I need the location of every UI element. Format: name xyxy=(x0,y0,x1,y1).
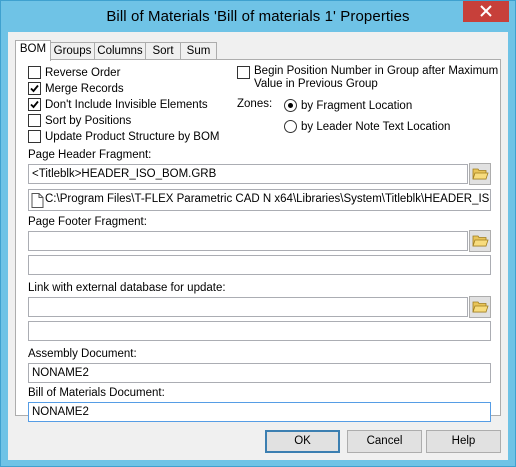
begin-position-number-label-line1: Begin Position Number in Group after Max… xyxy=(254,65,499,77)
bom-tab-panel: Reverse Order Merge Records Don't Includ… xyxy=(15,59,501,422)
folder-open-icon xyxy=(472,301,489,313)
page-footer-label: Page Footer Fragment: xyxy=(28,216,147,228)
folder-open-icon xyxy=(472,235,489,247)
update-product-structure-label: Update Product Structure by BOM xyxy=(45,130,220,143)
by-fragment-location-radio[interactable] xyxy=(284,99,297,112)
reverse-order-checkbox[interactable] xyxy=(28,66,41,79)
begin-position-number-label: Begin Position Number in Group after Max… xyxy=(254,65,498,91)
window-title: Bill of Materials 'Bill of materials 1' … xyxy=(106,8,410,25)
radio-selected-dot xyxy=(288,103,293,108)
tab-groups[interactable]: Groups xyxy=(50,42,95,60)
ok-button[interactable]: OK xyxy=(265,430,340,453)
begin-position-number-option[interactable]: Begin Position Number in Group after Max… xyxy=(237,65,498,93)
page-header-browse-button[interactable] xyxy=(469,163,491,185)
checkmark-icon xyxy=(30,84,39,93)
merge-records-checkbox[interactable] xyxy=(28,82,41,95)
dont-include-invisible-label: Don't Include Invisible Elements xyxy=(45,98,208,111)
reverse-order-option[interactable]: Reverse Order xyxy=(28,65,120,80)
external-db-browse-button[interactable] xyxy=(469,296,491,318)
dialog-client-area: BOM Groups Columns Sort Sum Reverse Orde… xyxy=(8,32,508,460)
begin-position-number-label-line2: Value in Previous Group xyxy=(254,78,378,90)
sort-by-positions-option[interactable]: Sort by Positions xyxy=(28,113,131,128)
merge-records-option[interactable]: Merge Records xyxy=(28,81,124,96)
page-header-input[interactable]: <Titleblk>HEADER_ISO_BOM.GRB xyxy=(28,164,468,184)
tab-columns[interactable]: Columns xyxy=(94,42,146,60)
update-product-structure-checkbox[interactable] xyxy=(28,130,41,143)
zones-by-fragment-option[interactable]: by Fragment Location xyxy=(284,98,412,113)
begin-position-number-checkbox[interactable] xyxy=(237,66,250,79)
document-icon xyxy=(31,193,44,208)
by-fragment-location-label: by Fragment Location xyxy=(301,99,413,112)
external-db-path-display xyxy=(28,321,491,341)
merge-records-label: Merge Records xyxy=(45,82,124,95)
zones-by-leader-note-option[interactable]: by Leader Note Text Location xyxy=(284,119,450,134)
assembly-document-label: Assembly Document: xyxy=(28,348,137,360)
checkmark-icon xyxy=(30,100,39,109)
cancel-button[interactable]: Cancel xyxy=(347,430,422,453)
close-icon xyxy=(480,5,492,17)
by-leader-note-radio[interactable] xyxy=(284,120,297,133)
by-leader-note-label: by Leader Note Text Location xyxy=(301,120,451,133)
folder-open-icon xyxy=(472,168,489,180)
tab-sum[interactable]: Sum xyxy=(180,42,217,60)
zones-label: Zones: xyxy=(237,98,273,110)
tab-sort[interactable]: Sort xyxy=(145,42,181,60)
bom-document-input[interactable]: NONAME2 xyxy=(28,402,491,422)
title-bar[interactable]: Bill of Materials 'Bill of materials 1' … xyxy=(1,1,515,32)
close-button[interactable] xyxy=(463,1,509,22)
bom-document-label: Bill of Materials Document: xyxy=(28,387,165,399)
page-header-label: Page Header Fragment: xyxy=(28,149,152,161)
external-db-input[interactable] xyxy=(28,297,468,317)
update-product-structure-option[interactable]: Update Product Structure by BOM xyxy=(28,129,220,144)
page-footer-input[interactable] xyxy=(28,231,468,251)
page-header-path-display: C:\Program Files\T-FLEX Parametric CAD Ν… xyxy=(28,189,491,211)
dialog-window: Bill of Materials 'Bill of materials 1' … xyxy=(0,0,516,467)
help-button[interactable]: Help xyxy=(426,430,501,453)
sort-by-positions-checkbox[interactable] xyxy=(28,114,41,127)
tab-bom[interactable]: BOM xyxy=(15,40,51,61)
reverse-order-label: Reverse Order xyxy=(45,66,121,79)
dont-include-invisible-checkbox[interactable] xyxy=(28,98,41,111)
external-db-label: Link with external database for update: xyxy=(28,282,226,294)
sort-by-positions-label: Sort by Positions xyxy=(45,114,132,127)
page-footer-browse-button[interactable] xyxy=(469,230,491,252)
page-footer-path-display xyxy=(28,255,491,275)
assembly-document-input[interactable]: NONAME2 xyxy=(28,363,491,383)
page-header-path-text: C:\Program Files\T-FLEX Parametric CAD Ν… xyxy=(45,193,491,205)
dont-include-invisible-option[interactable]: Don't Include Invisible Elements xyxy=(28,97,208,112)
